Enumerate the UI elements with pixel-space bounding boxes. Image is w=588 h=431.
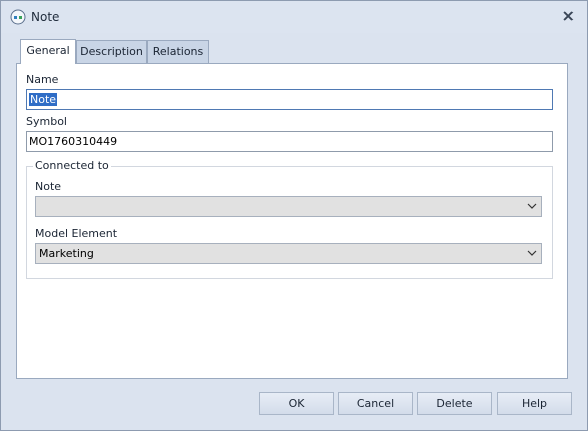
tab-description[interactable]: Description	[76, 40, 147, 63]
note-dropdown[interactable]	[35, 196, 542, 217]
symbol-value: MO1760310449	[29, 135, 118, 148]
ok-button[interactable]: OK	[259, 392, 334, 415]
tab-relations[interactable]: Relations	[147, 40, 209, 63]
delete-button[interactable]: Delete	[417, 392, 492, 415]
model-element-dropdown[interactable]: Marketing	[35, 243, 542, 264]
title-bar: Note	[1, 1, 587, 33]
connected-to-label: Connected to	[33, 159, 111, 172]
connected-to-group: Connected to Note Model Element Marketin…	[26, 159, 553, 279]
help-button[interactable]: Help	[497, 392, 572, 415]
cancel-button[interactable]: Cancel	[338, 392, 413, 415]
general-panel: Name Note Symbol MO1760310449 Connected …	[16, 63, 568, 379]
name-field[interactable]: Note	[26, 89, 553, 110]
chevron-down-icon	[527, 250, 537, 256]
name-label: Name	[26, 73, 59, 86]
close-icon[interactable]	[561, 9, 575, 23]
model-element-label: Model Element	[35, 227, 118, 240]
chevron-down-icon	[527, 203, 537, 209]
note-dialog: Note General Description Relations Name …	[0, 0, 588, 431]
note-label: Note	[35, 180, 62, 193]
symbol-field[interactable]: MO1760310449	[26, 131, 553, 152]
symbol-label: Symbol	[26, 115, 67, 128]
model-element-value: Marketing	[39, 247, 94, 260]
tab-general[interactable]: General	[20, 39, 76, 64]
name-value: Note	[29, 93, 58, 106]
note-app-icon	[10, 9, 26, 25]
window-title: Note	[31, 10, 60, 24]
